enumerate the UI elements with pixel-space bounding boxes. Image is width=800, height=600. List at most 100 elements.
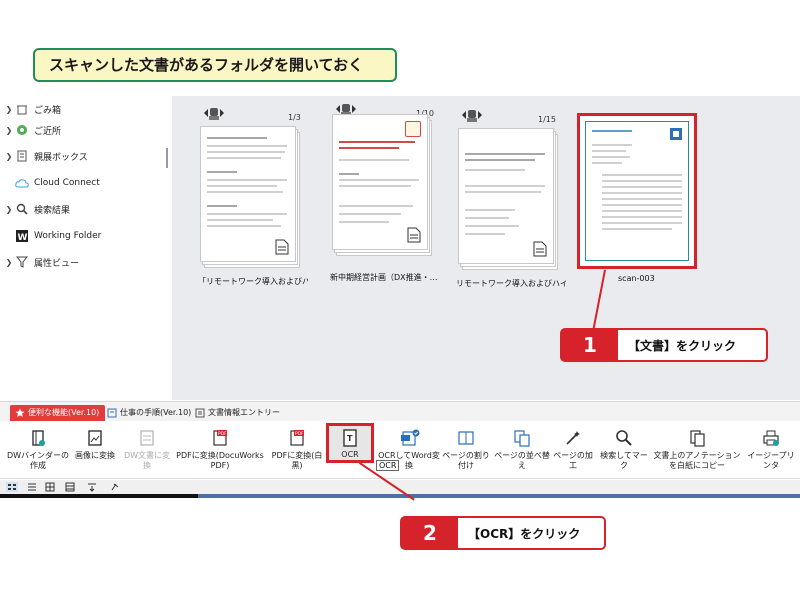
ribbon-toolbar: DWバインダーの作成 画像に変換 DW文書に変換 PDF PDFに変換(Docu… [0,421,800,479]
page-sort-icon [514,430,530,447]
image-convert-button[interactable]: 画像に変換 [72,425,118,479]
document-item-selected[interactable] [577,113,697,269]
button-label: ページの加工 [553,451,593,470]
tab-label: 便利な機能(Ver.10) [28,408,100,417]
sort-icon[interactable] [86,482,98,492]
pdf-icon: PDF [213,430,227,446]
page-edit-icon [566,431,580,445]
sidebar-item-attribute-view[interactable]: ❯ 属性ビュー [0,251,170,273]
workflow-icon [107,408,117,418]
sidebar-item-cloud-connect[interactable]: Cloud Connect [0,172,170,194]
svg-text:W: W [18,233,28,242]
tab-document-info-entry[interactable]: 文書情報エントリー [190,405,286,421]
docuworks-desk-window: ❯ ごみ箱 ❯ ご近所 ❯ 親展ボックス Cloud Connect ❯ 検索結… [0,96,800,498]
document-item[interactable]: 1/15 リモートワーク導入およびハイ [456,106,566,294]
sidebar-item-label: 検索結果 [34,205,71,216]
svg-text:PDF: PDF [295,431,304,437]
button-label: ページの並べ替え [494,451,550,470]
sidebar-item-label: 親展ボックス [34,152,88,163]
button-label: 文書上のアノテーションを白紙にコピー [653,451,741,470]
chevron-right-icon[interactable]: ❯ [3,152,15,161]
search-mark-button[interactable]: 検索してマーク [598,425,650,479]
app-logo-icon [670,128,682,140]
document-name: 新中期経営計画（DX推進・… [330,273,438,282]
button-label: イージープリンタ [747,451,795,470]
chevron-right-icon[interactable]: ❯ [3,126,15,135]
page-edit-button[interactable]: ページの加工 [550,425,596,479]
sidebar-item-confidential-box[interactable]: ❯ 親展ボックス [0,145,170,167]
document-icon [407,227,421,243]
svg-text:T: T [347,434,353,443]
screenshot-root: スキャンした文書があるフォルダを開いておく ❯ ごみ箱 ❯ ご近所 ❯ 親展ボッ… [0,0,800,600]
tab-label: 文書情報エントリー [208,408,280,417]
tab-useful-features[interactable]: 便利な機能(Ver.10) [10,405,106,421]
instruction-banner: スキャンした文書があるフォルダを開いておく [33,48,397,82]
list-view-icon[interactable] [26,482,38,492]
detail-view-icon[interactable] [64,482,76,492]
document-icon [533,241,547,257]
step2-callout: 2 【OCR】をクリック [400,516,606,550]
chevron-right-icon[interactable]: ❯ [3,258,15,267]
pdf-bw-convert-button[interactable]: PDF PDFに変換(白黒) [270,425,324,479]
sidebar-item-label: Working Folder [34,231,102,241]
dw-convert-icon [140,430,154,446]
star-icon [15,408,25,417]
clip-icon [204,108,224,120]
trash-icon [15,102,29,116]
button-label: DWバインダーの作成 [6,451,70,470]
document-item[interactable]: 1/10 [330,100,438,294]
ocr-button[interactable]: T OCR [326,423,374,463]
svg-text:PDF: PDF [218,431,227,437]
sidebar-scrollbar[interactable] [166,148,168,168]
pin-icon[interactable] [108,482,120,492]
page-layout-icon [458,431,474,445]
document-name: リモートワーク導入およびハイブ… [456,279,566,288]
sidebar-item-neighborhood[interactable]: ❯ ご近所 [0,119,170,141]
tab-work-procedure[interactable]: 仕事の手順(Ver.10) [102,405,197,421]
tab-label: 仕事の手順(Ver.10) [120,408,192,417]
grid-view-icon[interactable] [44,482,56,492]
sidebar-item-search-results[interactable]: ❯ 検索結果 [0,198,170,220]
document-name: 「リモートワーク導入およびハイ… [198,277,308,286]
chevron-right-icon[interactable]: ❯ [3,205,15,214]
annotation-copy-button[interactable]: 文書上のアノテーションを白紙にコピー [652,425,742,479]
button-label: 画像に変換 [75,451,115,460]
view-mode-bar [0,480,800,494]
step1-callout: 1 【文書】をクリック [560,328,768,362]
step-number: 2 [402,518,458,548]
button-label: OCR [341,450,359,459]
page-count: 1/15 [538,115,556,124]
step-text: 【OCR】をクリック [468,526,581,541]
binder-icon [32,430,45,446]
pdf-bw-icon: PDF [290,430,304,446]
button-label: PDFに変換(白黒) [271,451,323,470]
search-icon [15,202,29,216]
dw-convert-button[interactable]: DW文書に変換 [122,425,172,479]
cloud-icon [15,176,29,190]
chevron-right-icon[interactable]: ❯ [3,105,15,114]
sidebar-item-working-folder[interactable]: W Working Folder [0,225,170,247]
ocr-icon: T [343,429,357,447]
thumbnail-view-icon[interactable] [6,482,18,492]
button-label: PDFに変換(DocuWorks PDF) [176,451,264,470]
page-sort-button[interactable]: ページの並べ替え [494,425,550,479]
sidebar-item-label: Cloud Connect [34,178,100,188]
entry-icon [195,408,205,418]
ocr-word-icon [401,429,420,446]
sidebar-item-label: ごみ箱 [34,105,62,116]
sidebar-item-label: ご近所 [34,126,62,137]
stamp-icon [405,121,421,137]
sidebar-item-trash[interactable]: ❯ ごみ箱 [0,98,170,120]
ribbon-tab-bar: 便利な機能(Ver.10) 仕事の手順(Ver.10) 文書情報エントリー [0,401,800,421]
button-label: DW文書に変換 [123,451,171,470]
page-layout-button[interactable]: ページの割り付け [440,425,492,479]
sidebar-item-label: 属性ビュー [34,258,80,269]
button-label: 検索してマーク [600,451,648,470]
binder-create-button[interactable]: DWバインダーの作成 [4,425,72,479]
easy-printer-button[interactable]: イージープリンタ [744,425,798,479]
pdf-convert-button[interactable]: PDF PDFに変換(DocuWorks PDF) [174,425,266,479]
printer-icon [763,430,779,446]
confidential-box-icon [15,149,29,163]
document-item[interactable]: 1/3 「リモートワーク導入およびハ [198,104,308,294]
step-text: 【文書】をクリック [628,338,737,353]
